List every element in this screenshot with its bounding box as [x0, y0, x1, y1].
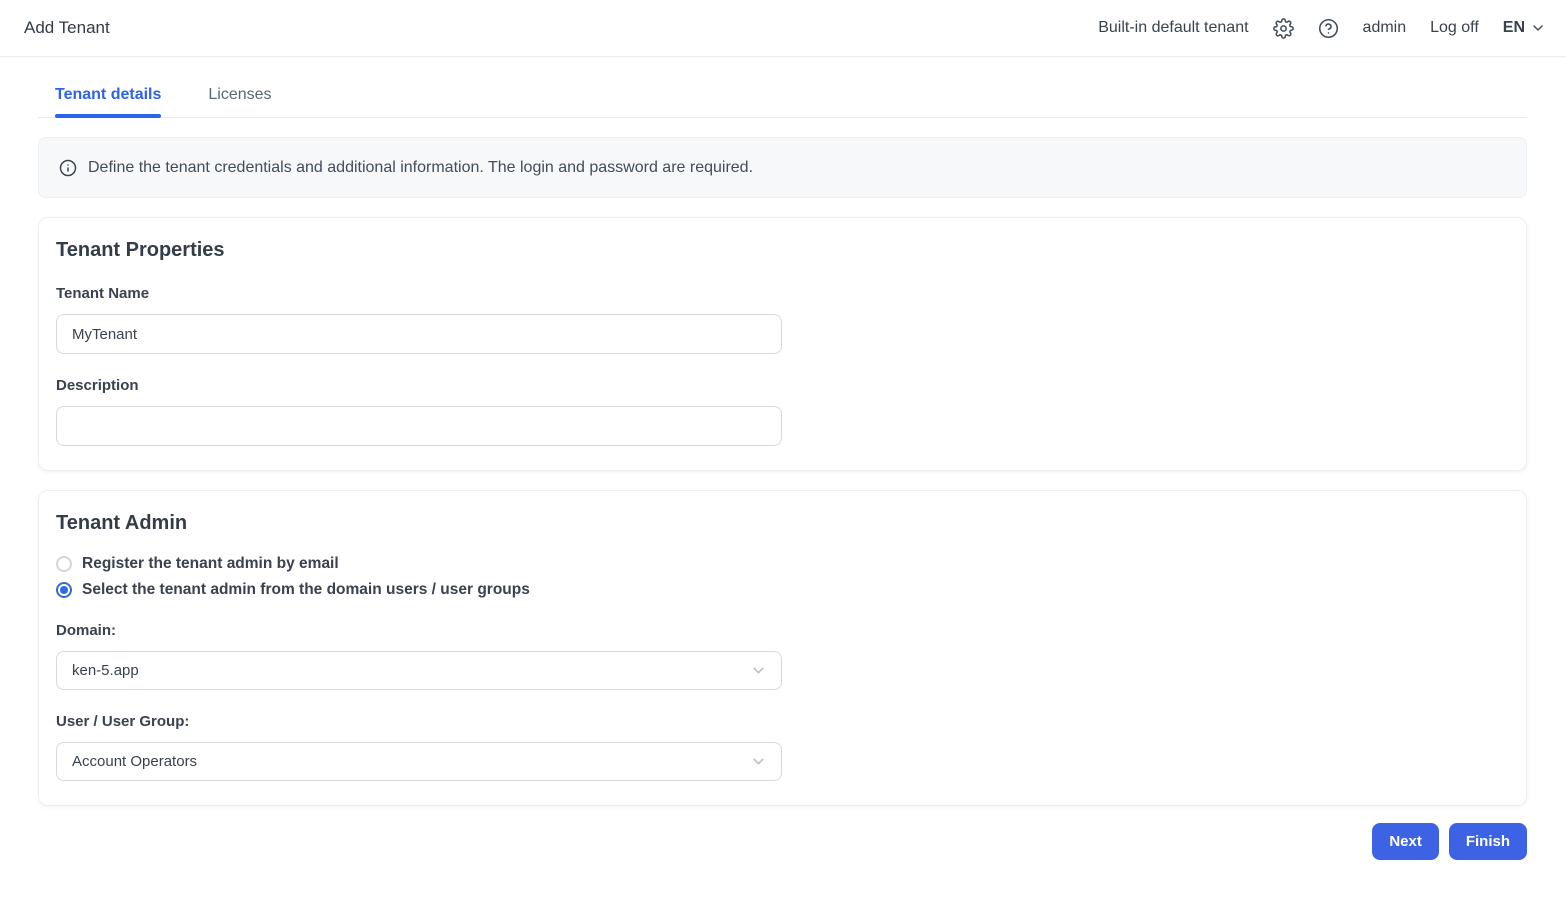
tab-tenant-details[interactable]: Tenant details	[55, 86, 162, 118]
radio-register-by-email[interactable]: Register the tenant admin by email	[56, 555, 1508, 573]
radio-select-from-domain-label: Select the tenant admin from the domain …	[82, 581, 530, 598]
gear-icon[interactable]	[1272, 17, 1294, 39]
tenant-name-input[interactable]	[56, 314, 782, 354]
tenant-admin-title: Tenant Admin	[56, 512, 188, 534]
tenant-admin-card: Tenant Admin Register the tenant admin b…	[38, 490, 1527, 806]
language-selector[interactable]: EN	[1503, 19, 1546, 37]
admin-mode-radio-group: Register the tenant admin by email Selec…	[56, 555, 1508, 599]
current-tenant-label[interactable]: Built-in default tenant	[1098, 19, 1248, 37]
tab-bar: Tenant details Licenses	[38, 86, 1527, 118]
chevron-down-icon	[1530, 20, 1546, 36]
info-banner-text: Define the tenant credentials and additi…	[88, 158, 754, 176]
logoff-button[interactable]: Log off	[1430, 19, 1479, 37]
page-title: Add Tenant	[24, 18, 110, 37]
main-content: Tenant details Licenses Define the tenan…	[0, 86, 1566, 860]
domain-select-value: ken-5.app	[72, 662, 139, 679]
help-icon[interactable]	[1318, 18, 1339, 39]
header-actions: Built-in default tenant admin Log off EN	[1098, 17, 1546, 39]
chevron-down-icon	[750, 662, 767, 679]
user-group-label: User / User Group:	[56, 713, 190, 730]
chevron-down-icon	[750, 753, 767, 770]
tenant-properties-title: Tenant Properties	[56, 239, 225, 261]
finish-button[interactable]: Finish	[1448, 823, 1527, 860]
info-banner: Define the tenant credentials and additi…	[38, 137, 1527, 198]
info-icon	[59, 159, 77, 177]
user-group-select[interactable]: Account Operators	[56, 742, 782, 781]
username-label[interactable]: admin	[1363, 19, 1407, 37]
radio-register-by-email-label: Register the tenant admin by email	[82, 555, 339, 572]
tenant-properties-card: Tenant Properties Tenant Name Descriptio…	[38, 217, 1527, 471]
tenant-name-label: Tenant Name	[56, 285, 150, 302]
tab-licenses[interactable]: Licenses	[208, 86, 271, 117]
description-input[interactable]	[56, 406, 782, 446]
domain-select[interactable]: ken-5.app	[56, 651, 782, 690]
top-header: Add Tenant Built-in default tenant admin…	[0, 0, 1566, 57]
radio-unselected-icon[interactable]	[56, 556, 72, 572]
radio-selected-icon[interactable]	[56, 582, 72, 598]
radio-select-from-domain[interactable]: Select the tenant admin from the domain …	[56, 581, 1508, 599]
wizard-footer: Next Finish	[38, 823, 1527, 860]
language-code: EN	[1502, 19, 1525, 36]
next-button[interactable]: Next	[1372, 823, 1439, 860]
domain-label: Domain:	[56, 622, 116, 639]
user-group-select-value: Account Operators	[72, 753, 198, 770]
description-label: Description	[56, 377, 139, 394]
